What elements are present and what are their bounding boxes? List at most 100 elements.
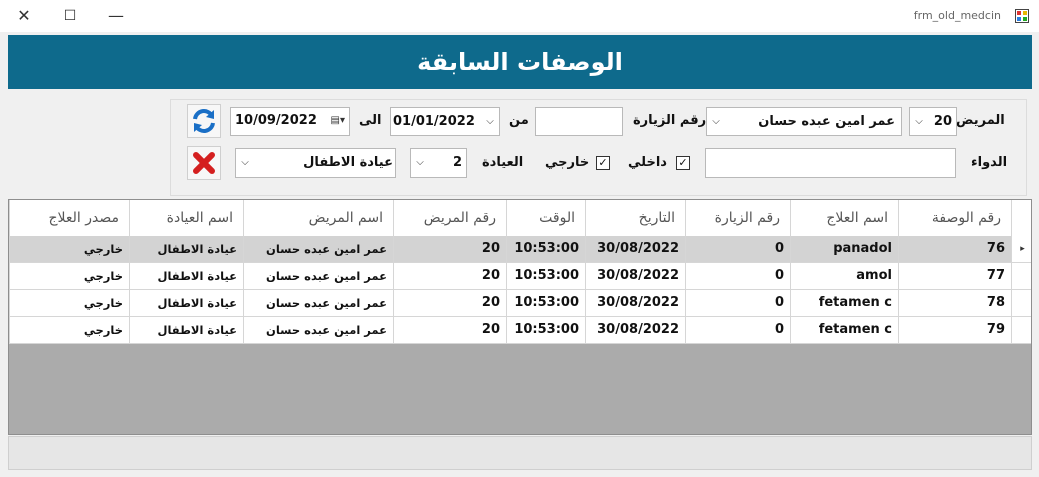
col-header-clinic-name[interactable]: اسم العيادة <box>129 200 243 236</box>
window-titlebar: ✕ ☐ — frm_old_medcin <box>0 0 1039 32</box>
cell-patient-no[interactable]: 20 <box>393 317 506 344</box>
close-button[interactable]: ✕ <box>12 4 36 28</box>
patient-id-value: 20 <box>933 114 952 129</box>
from-date-value: 01/01/2022 <box>393 114 475 129</box>
prescriptions-grid[interactable]: رقم الوصفة اسم العلاج رقم الزيارة التاري… <box>8 199 1032 435</box>
row-header[interactable] <box>1011 317 1031 344</box>
to-label: الى <box>359 113 382 128</box>
inside-label: داخلي <box>628 155 667 170</box>
to-date-value: 10/09/2022 <box>235 113 317 128</box>
filters-panel: المريض 20 ⌵ عمر امين عبده حسان ⌵ رقم الز… <box>170 99 1027 196</box>
cell-prescription-no[interactable]: 78 <box>898 290 1011 317</box>
visit-number-label: رقم الزيارة <box>633 113 707 128</box>
cell-patient-no[interactable]: 20 <box>393 263 506 290</box>
cell-treatment-name[interactable]: panadol <box>790 236 898 263</box>
chevron-down-icon: ⌵ <box>915 116 923 127</box>
cell-time[interactable]: 10:53:00 <box>506 263 585 290</box>
patient-name-combo[interactable]: عمر امين عبده حسان ⌵ <box>706 107 902 136</box>
cell-time[interactable]: 10:53:00 <box>506 290 585 317</box>
refresh-button[interactable] <box>187 104 221 138</box>
medicine-input[interactable] <box>705 148 956 178</box>
chevron-down-icon: ⌵ <box>241 157 249 168</box>
cell-treatment-source[interactable]: خارجي <box>9 317 129 344</box>
cell-clinic-name[interactable]: عيادة الاطفال <box>129 290 243 317</box>
col-header-date[interactable]: التاريخ <box>585 200 685 236</box>
table-row[interactable]: 79 fetamen c 0 30/08/2022 10:53:00 20 عم… <box>9 317 1031 344</box>
cell-patient-no[interactable]: 20 <box>393 290 506 317</box>
col-header-patient-no[interactable]: رقم المريض <box>393 200 506 236</box>
outside-checkbox[interactable]: ✓ <box>596 156 610 170</box>
cell-patient-name[interactable]: عمر امين عبده حسان <box>243 290 393 317</box>
patient-label: المريض <box>956 113 1005 128</box>
cell-visit-no[interactable]: 0 <box>685 236 790 263</box>
outside-label: خارجي <box>545 155 590 170</box>
table-row[interactable]: 76 panadol 0 30/08/2022 10:53:00 20 عمر … <box>9 236 1031 263</box>
clinic-id-value: 2 <box>452 155 462 170</box>
cell-date[interactable]: 30/08/2022 <box>585 236 685 263</box>
current-row-marker-icon[interactable]: ▸ <box>1011 236 1031 263</box>
cell-treatment-source[interactable]: خارجي <box>9 263 129 290</box>
maximize-button[interactable]: ☐ <box>58 4 82 28</box>
app-icon <box>1015 9 1029 23</box>
row-header[interactable] <box>1011 290 1031 317</box>
cell-clinic-name[interactable]: عيادة الاطفال <box>129 317 243 344</box>
clear-x-icon <box>193 152 215 174</box>
minimize-button[interactable]: — <box>104 4 128 28</box>
col-header-patient-name[interactable]: اسم المريض <box>243 200 393 236</box>
chevron-down-icon: ⌵ <box>712 116 720 127</box>
cell-treatment-name[interactable]: amol <box>790 263 898 290</box>
cell-prescription-no[interactable]: 79 <box>898 317 1011 344</box>
cell-clinic-name[interactable]: عيادة الاطفال <box>129 236 243 263</box>
cell-treatment-source[interactable]: خارجي <box>9 236 129 263</box>
calendar-icon: ▤▾ <box>330 115 345 126</box>
cell-visit-no[interactable]: 0 <box>685 290 790 317</box>
cell-visit-no[interactable]: 0 <box>685 263 790 290</box>
clinic-name-combo[interactable]: عيادة الاطفال ⌵ <box>235 148 396 178</box>
table-row[interactable]: 77 amol 0 30/08/2022 10:53:00 20 عمر امي… <box>9 263 1031 290</box>
clinic-id-combo[interactable]: 2 ⌵ <box>410 148 467 178</box>
cell-prescription-no[interactable]: 76 <box>898 236 1011 263</box>
cell-date[interactable]: 30/08/2022 <box>585 317 685 344</box>
clinic-label: العيادة <box>482 155 524 170</box>
to-date-picker[interactable]: 10/09/2022 ▤▾ <box>230 107 350 136</box>
status-bar <box>8 436 1032 470</box>
grid-header: رقم الوصفة اسم العلاج رقم الزيارة التاري… <box>9 200 1011 236</box>
from-date-picker[interactable]: 01/01/2022 ⌵ <box>390 107 500 136</box>
col-header-visit-no[interactable]: رقم الزيارة <box>685 200 790 236</box>
medicine-label: الدواء <box>971 155 1008 170</box>
cell-treatment-source[interactable]: خارجي <box>9 290 129 317</box>
col-header-treatment-source[interactable]: مصدر العلاج <box>9 200 129 236</box>
cell-patient-name[interactable]: عمر امين عبده حسان <box>243 263 393 290</box>
patient-name-value: عمر امين عبده حسان <box>758 114 895 129</box>
chevron-down-icon: ⌵ <box>416 157 424 168</box>
cell-date[interactable]: 30/08/2022 <box>585 263 685 290</box>
clinic-name-value: عيادة الاطفال <box>303 155 393 170</box>
cell-treatment-name[interactable]: fetamen c <box>790 290 898 317</box>
grid-corner <box>1011 200 1031 236</box>
col-header-treatment-name[interactable]: اسم العلاج <box>790 200 898 236</box>
cell-time[interactable]: 10:53:00 <box>506 317 585 344</box>
page-title: الوصفات السابقة <box>417 48 623 76</box>
cell-patient-name[interactable]: عمر امين عبده حسان <box>243 317 393 344</box>
inside-checkbox[interactable]: ✓ <box>676 156 690 170</box>
col-header-prescription-no[interactable]: رقم الوصفة <box>898 200 1011 236</box>
cell-patient-no[interactable]: 20 <box>393 236 506 263</box>
row-header[interactable] <box>1011 263 1031 290</box>
cell-patient-name[interactable]: عمر امين عبده حسان <box>243 236 393 263</box>
refresh-icon <box>193 109 215 133</box>
cell-date[interactable]: 30/08/2022 <box>585 290 685 317</box>
cell-clinic-name[interactable]: عيادة الاطفال <box>129 263 243 290</box>
chevron-down-icon: ⌵ <box>486 116 494 127</box>
cell-time[interactable]: 10:53:00 <box>506 236 585 263</box>
table-row[interactable]: 78 fetamen c 0 30/08/2022 10:53:00 20 عم… <box>9 290 1031 317</box>
clear-button[interactable] <box>187 146 221 180</box>
from-label: من <box>509 113 529 128</box>
col-header-time[interactable]: الوقت <box>506 200 585 236</box>
header-banner: الوصفات السابقة <box>8 35 1032 89</box>
window-title: frm_old_medcin <box>913 9 1001 22</box>
visit-number-input[interactable] <box>535 107 623 136</box>
cell-treatment-name[interactable]: fetamen c <box>790 317 898 344</box>
patient-id-combo[interactable]: 20 ⌵ <box>909 107 957 136</box>
cell-visit-no[interactable]: 0 <box>685 317 790 344</box>
cell-prescription-no[interactable]: 77 <box>898 263 1011 290</box>
